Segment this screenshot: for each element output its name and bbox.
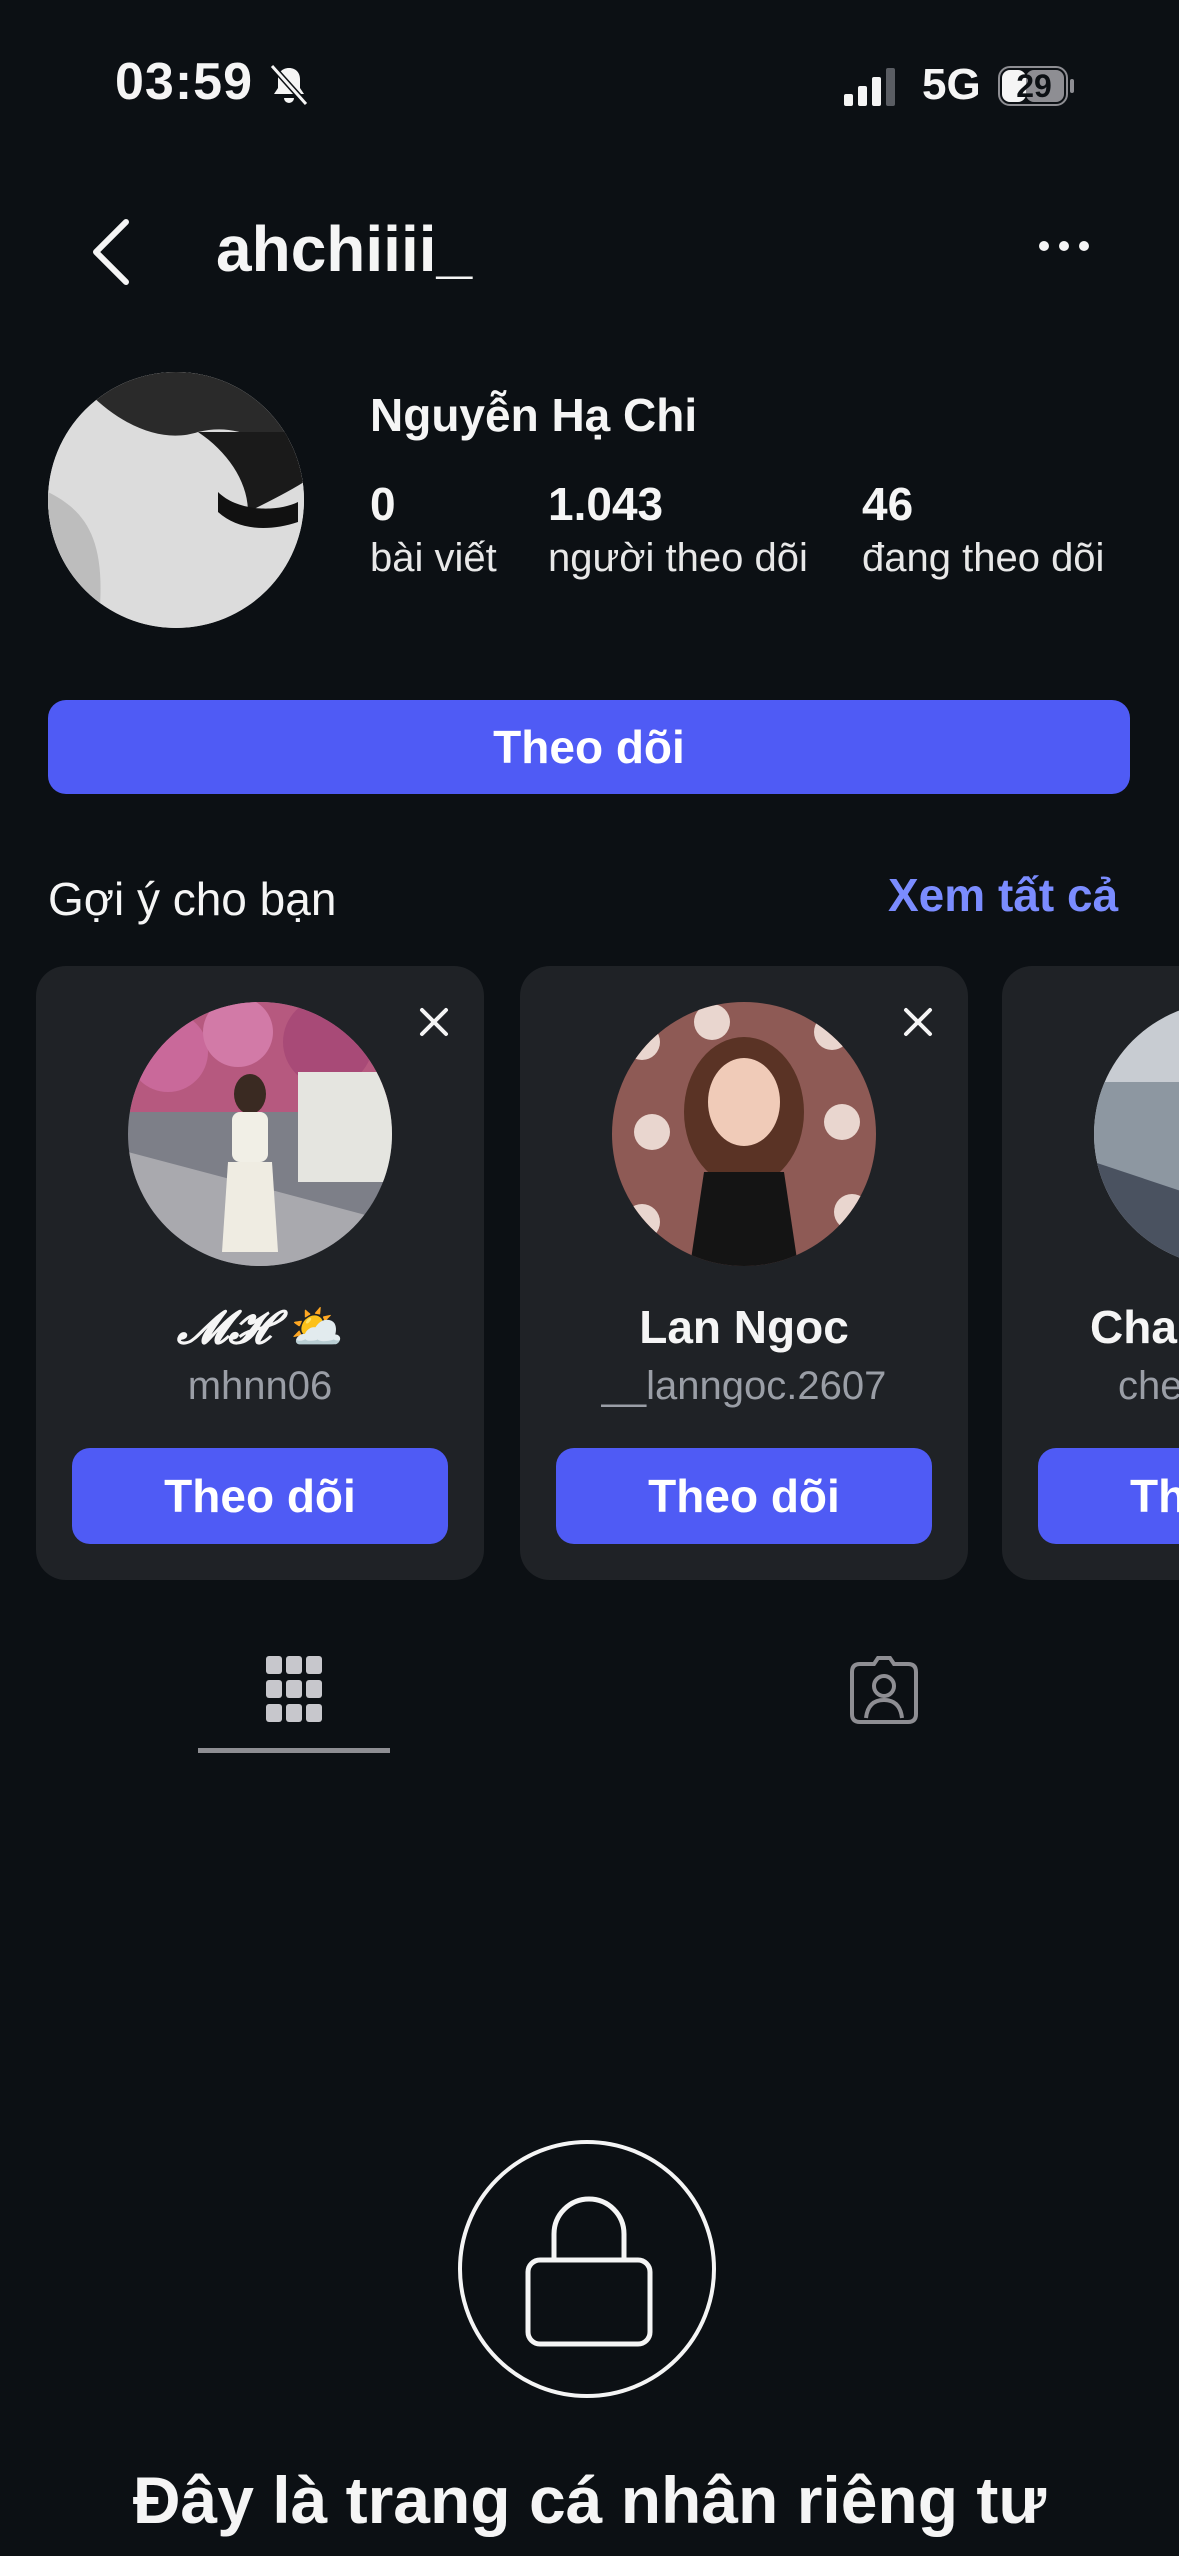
suggestions-title: Gợi ý cho bạn — [48, 873, 337, 925]
suggestion-name: Lan Ngoc — [639, 1301, 849, 1353]
bell-slash-icon — [269, 63, 309, 107]
suggestion-card[interactable]: 𝓜𝓗 ⛅ mhnn06 Theo dõi — [36, 966, 484, 1580]
battery-icon: 29 — [998, 66, 1076, 106]
suggestion-avatar[interactable] — [128, 1002, 392, 1266]
suggestion-card[interactable]: Lan Ngoc __lanngoc.2607 Theo dõi — [520, 966, 968, 1580]
see-all-link[interactable]: Xem tất cả — [888, 868, 1118, 922]
more-options-icon[interactable] — [1036, 236, 1092, 256]
back-icon[interactable] — [88, 216, 134, 288]
suggestion-name: 𝓜𝓗 ⛅ — [176, 1300, 344, 1354]
stat-posts-value: 0 — [370, 478, 396, 530]
suggestion-follow-button[interactable]: Th — [1038, 1448, 1179, 1544]
stat-following-value: 46 — [862, 478, 914, 530]
profile-username: ahchiiii_ — [216, 213, 473, 285]
stat-followers[interactable]: 1.043 người theo dõi — [548, 476, 808, 584]
suggestion-handle: mhnn06 — [187, 1364, 333, 1408]
battery-level: 29 — [1016, 68, 1052, 104]
network-type: 5G — [922, 60, 981, 109]
stat-posts[interactable]: 0 bài viết — [370, 476, 497, 584]
dismiss-icon[interactable] — [900, 1004, 936, 1040]
suggestion-handle: __lanngoc.2607 — [601, 1364, 887, 1408]
active-tab-indicator — [198, 1748, 390, 1753]
status-time: 03:59 — [115, 53, 253, 111]
suggestion-follow-button[interactable]: Theo dõi — [556, 1448, 932, 1544]
grid-icon[interactable] — [266, 1656, 322, 1722]
lock-icon — [525, 2196, 653, 2347]
stat-posts-label: bài viết — [370, 536, 497, 580]
profile-avatar[interactable] — [48, 372, 304, 628]
private-account-message: Đây là trang cá nhân riêng tư — [132, 2463, 1047, 2537]
suggestion-avatar[interactable] — [1094, 1002, 1179, 1266]
signal-icon — [844, 68, 895, 106]
suggestion-avatar[interactable] — [612, 1002, 876, 1266]
stat-followers-label: người theo dõi — [548, 536, 808, 580]
stat-followers-value: 1.043 — [548, 478, 664, 530]
dismiss-icon[interactable] — [416, 1004, 452, 1040]
follow-button[interactable]: Theo dõi — [48, 700, 1130, 794]
suggestion-card[interactable]: Cha che Th — [1002, 966, 1179, 1580]
stat-following-label: đang theo dõi — [862, 536, 1105, 580]
suggestion-handle: che — [1118, 1364, 1179, 1408]
profile-full-name: Nguyễn Hạ Chi — [370, 389, 698, 441]
tagged-icon[interactable] — [850, 1656, 918, 1724]
suggestion-name: Cha — [1090, 1301, 1177, 1353]
stat-following[interactable]: 46 đang theo dõi — [862, 476, 1104, 584]
suggestion-follow-button[interactable]: Theo dõi — [72, 1448, 448, 1544]
